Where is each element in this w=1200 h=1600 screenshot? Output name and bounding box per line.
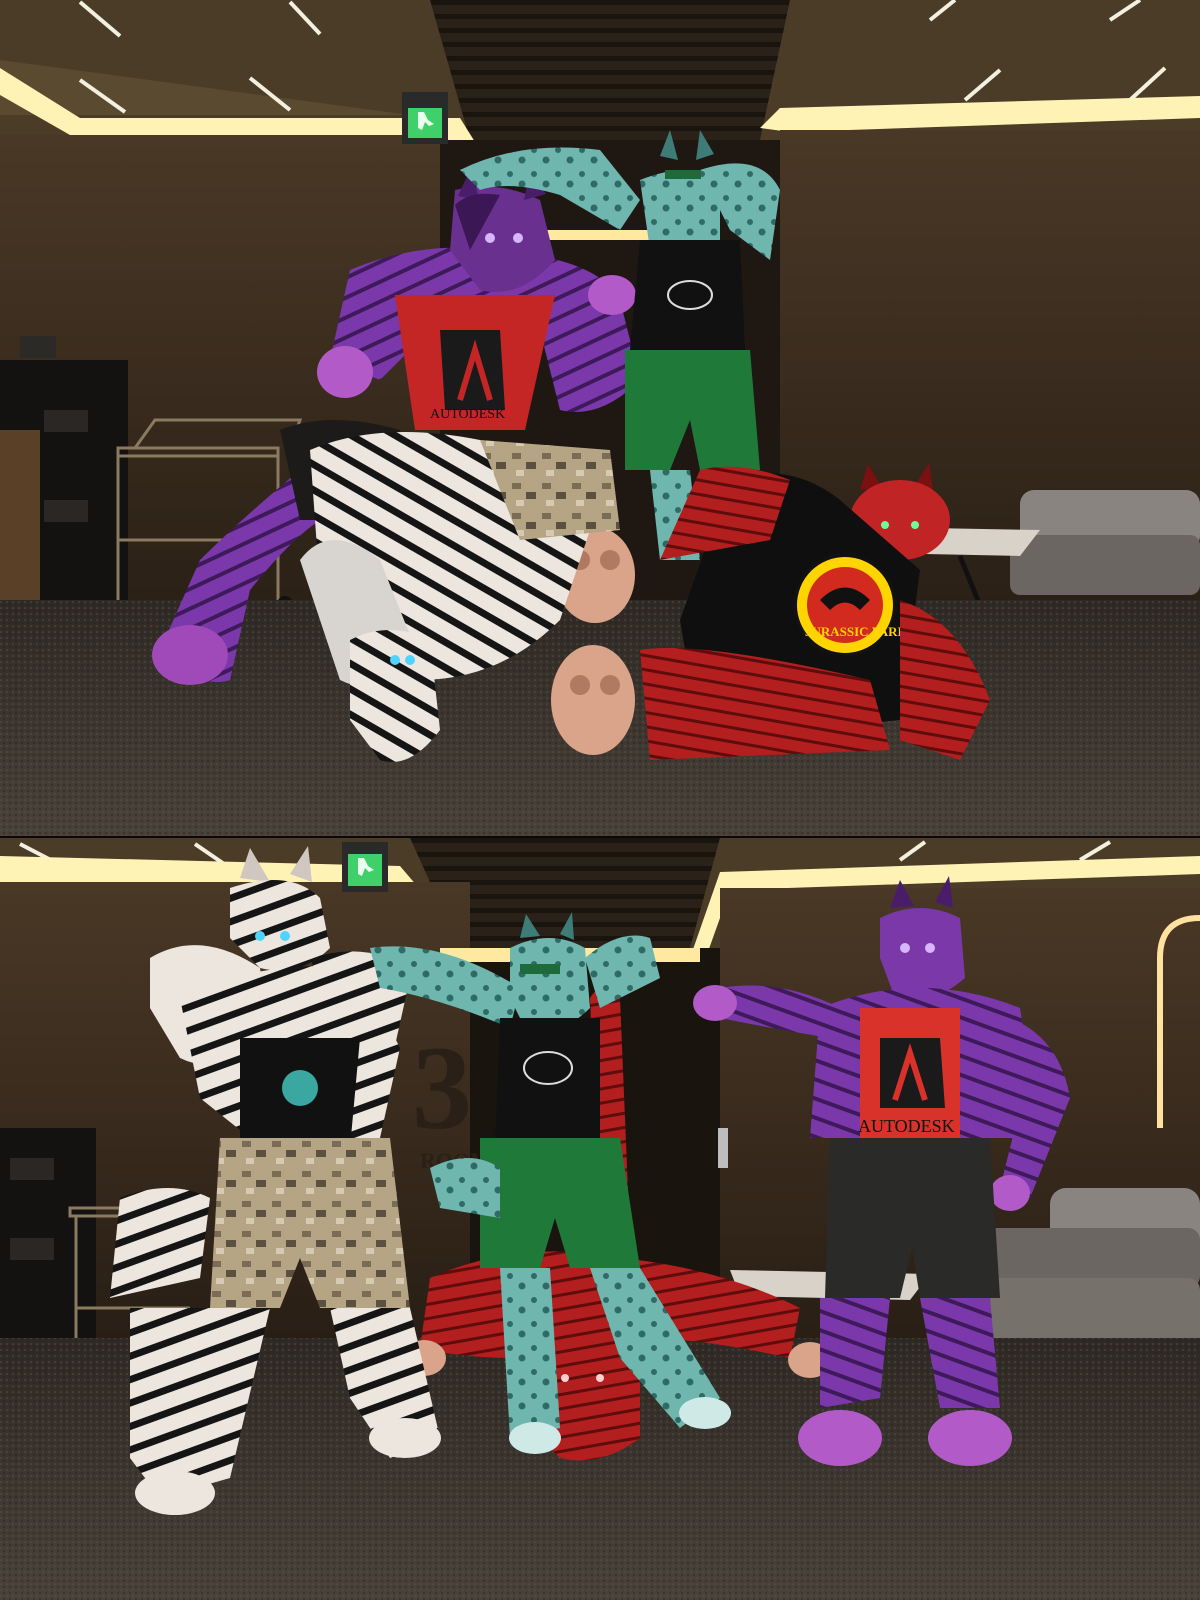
scene-bottom: 3 ROOMS: [0, 838, 1200, 1600]
shirt-text-jurassic-park: JURASSIC PARK: [805, 624, 909, 639]
emergency-exit-sign-icon: [402, 92, 448, 144]
screenshot-bottom: 3 ROOMS: [0, 838, 1200, 1600]
photo-collage: AUTODESK JURASSIC PARK 3 AUTODESK: [0, 0, 1200, 1600]
emergency-exit-sign-icon: [342, 842, 388, 892]
autodesk-logo: [880, 1038, 945, 1108]
autodesk-logo: [440, 330, 505, 410]
screenshot-top: AUTODESK JURASSIC PARK: [0, 0, 1200, 838]
jurassic-park-logo: [793, 553, 897, 657]
scene-top: AUTODESK JURASSIC PARK: [0, 0, 1200, 838]
wall-number-text: 3: [412, 1021, 472, 1154]
shirt-text-autodesk-bottom: AUTODESK: [858, 1116, 955, 1136]
shirt-text-autodesk-top: AUTODESK: [430, 407, 505, 422]
